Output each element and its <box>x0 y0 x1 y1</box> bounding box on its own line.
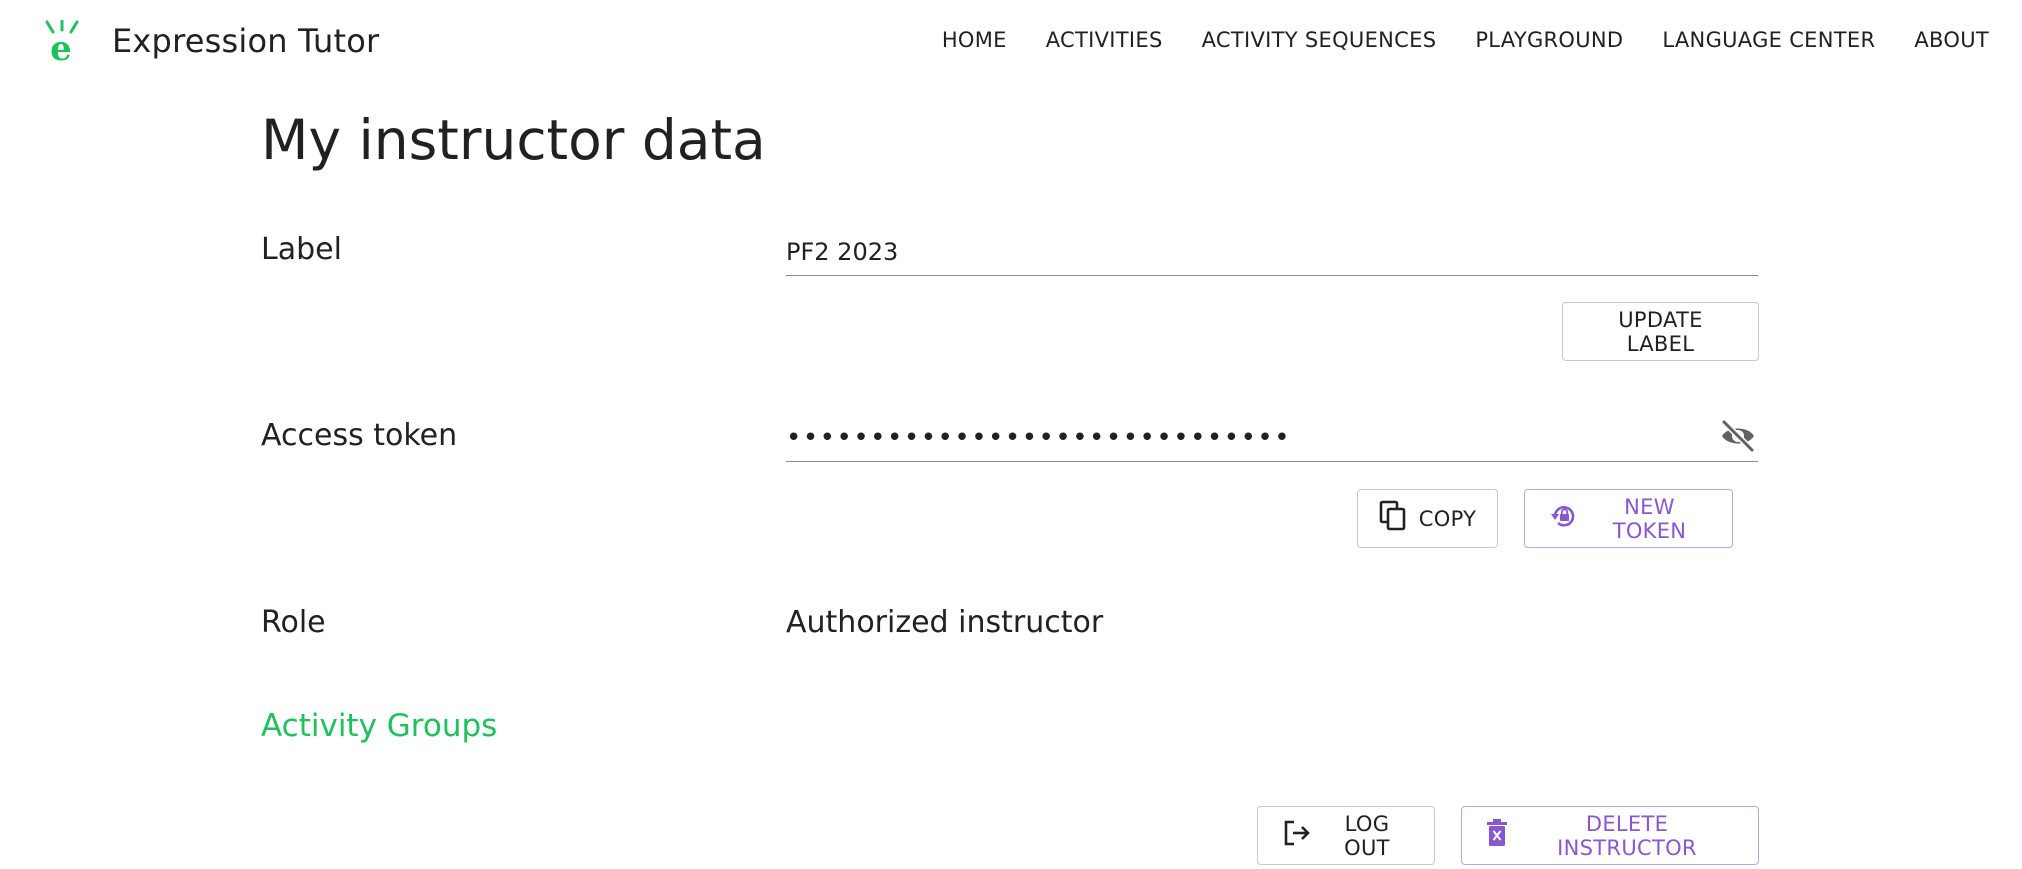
lock-reset-icon <box>1549 501 1579 536</box>
label-field-label: Label <box>261 232 342 267</box>
activity-groups-link[interactable]: Activity Groups <box>261 708 497 744</box>
role-label: Role <box>261 605 326 640</box>
label-field <box>786 224 1758 276</box>
top-navigation-bar: e Expression Tutor HOME ACTIVITIES ACTIV… <box>0 0 2022 86</box>
access-token-label: Access token <box>261 418 458 453</box>
nav-home[interactable]: HOME <box>942 28 1007 52</box>
copy-token-button[interactable]: COPY <box>1357 489 1498 548</box>
new-token-button-label: NEW TOKEN <box>1612 494 1687 543</box>
access-token-field <box>786 410 1758 462</box>
eye-off-icon[interactable] <box>1718 418 1758 454</box>
new-token-button[interactable]: NEW TOKEN <box>1524 489 1733 548</box>
update-label-button[interactable]: UPDATE LABEL <box>1562 302 1759 361</box>
label-input[interactable] <box>786 224 1758 275</box>
nav-activities[interactable]: ACTIVITIES <box>1046 28 1163 52</box>
nav-activity-sequences[interactable]: ACTIVITY SEQUENCES <box>1202 28 1437 52</box>
nav-about[interactable]: ABOUT <box>1914 28 1989 52</box>
logout-icon <box>1282 819 1312 852</box>
copy-button-label: COPY <box>1418 506 1477 531</box>
svg-text:e: e <box>50 29 72 64</box>
page-title: My instructor data <box>261 108 766 172</box>
delete-icon <box>1486 819 1508 852</box>
update-label-button-label: UPDATE LABEL <box>1618 307 1703 356</box>
log-out-button[interactable]: LOG OUT <box>1257 806 1435 865</box>
log-out-button-label: LOG OUT <box>1344 811 1390 860</box>
delete-instructor-button[interactable]: DELETE INSTRUCTOR <box>1461 806 1759 865</box>
nav-language-center[interactable]: LANGUAGE CENTER <box>1662 28 1875 52</box>
copy-icon <box>1379 500 1407 537</box>
delete-instructor-button-label: DELETE INSTRUCTOR <box>1557 811 1697 860</box>
nav-playground[interactable]: PLAYGROUND <box>1475 28 1623 52</box>
app-title[interactable]: Expression Tutor <box>112 22 379 60</box>
access-token-input[interactable] <box>786 410 1758 461</box>
expression-tutor-logo-icon[interactable]: e <box>44 18 84 69</box>
main-nav: HOME ACTIVITIES ACTIVITY SEQUENCES PLAYG… <box>942 28 1989 52</box>
role-value: Authorized instructor <box>786 605 1104 640</box>
